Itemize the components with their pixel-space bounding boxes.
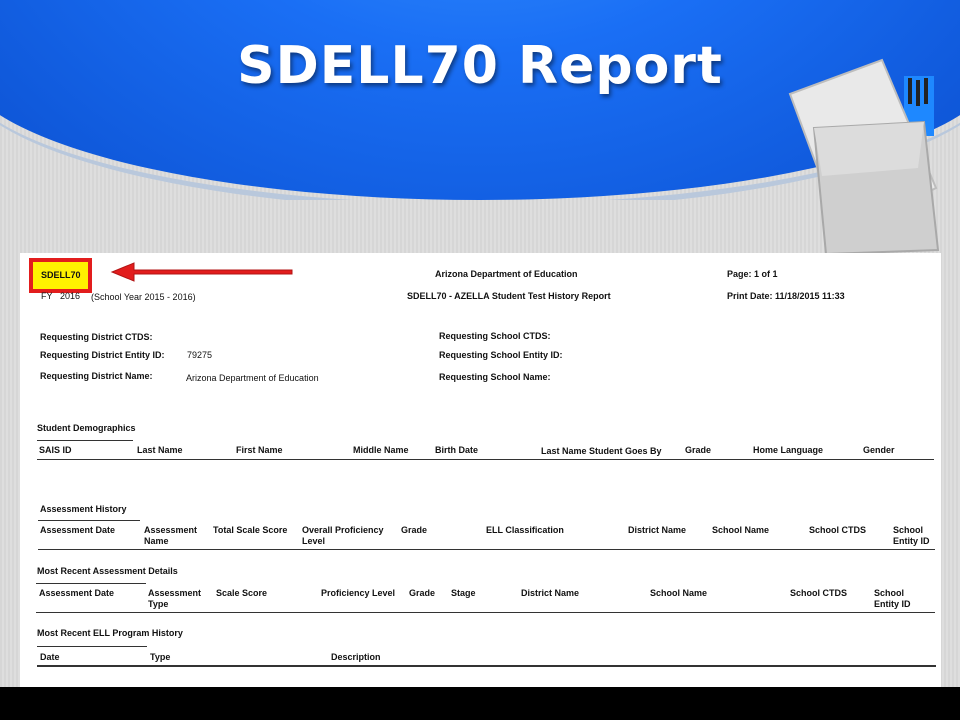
col-ra-proficiency-level: Proficiency Level [321,588,396,598]
print-date: Print Date: 11/18/2015 11:33 [727,291,845,301]
report-document: SDELL70 FY 2016 (School Year 2015 - 2016… [20,253,941,687]
district-name-value: Arizona Department of Education [186,373,319,383]
ell-history-heading-rule [37,646,147,647]
col-ra-grade: Grade [409,588,436,598]
assessment-history-rule [38,549,935,550]
col-ell-date: Date [40,652,60,662]
recent-assessment-heading: Most Recent Assessment Details [37,566,178,576]
paper-clipboard-icon [788,58,940,256]
demographics-heading: Student Demographics [37,423,136,433]
col-last-name: Last Name [137,445,183,455]
col-overall-proficiency: Overall Proficiency Level [302,525,384,546]
col-birth-date: Birth Date [435,445,479,455]
col-gender: Gender [863,445,895,455]
col-ah-district-name: District Name [628,525,687,535]
col-ra-scale-score: Scale Score [216,588,268,598]
col-assessment-name: Assessment Name [144,525,198,546]
recent-assessment-heading-rule [36,583,146,584]
col-ra-school-ctds: School CTDS [790,588,848,598]
col-sais-id: SAIS ID [39,445,72,455]
district-entity-value: 79275 [187,350,213,360]
report-title: SDELL70 - AZELLA Student Test History Re… [407,291,611,301]
col-ah-school-name: School Name [712,525,770,535]
col-ra-assessment-date: Assessment Date [39,588,115,598]
col-ah-school-ctds: School CTDS [809,525,867,535]
district-ctds-label: Requesting District CTDS: [40,332,153,342]
ell-history-heading: Most Recent ELL Program History [37,628,183,638]
fy-value: 2016 [60,291,81,301]
slide-footer-bar [0,687,960,720]
col-ra-stage: Stage [451,588,476,598]
col-ell-type: Type [150,652,171,662]
school-entity-label: Requesting School Entity ID: [439,350,563,360]
fy-label: FY [41,291,53,301]
demographics-heading-rule [37,440,133,441]
demographics-rule [37,459,934,460]
col-middle-name: Middle Name [353,445,409,455]
col-total-scale-score: Total Scale Score [213,525,288,535]
col-last-name-goes-by: Last Name Student Goes By [541,446,662,456]
assessment-history-heading-rule [38,520,140,521]
col-ra-school-name: School Name [650,588,708,598]
school-year: (School Year 2015 - 2016) [91,292,196,302]
school-name-label: Requesting School Name: [439,372,551,382]
col-first-name: First Name [236,445,283,455]
page-indicator: Page: 1 of 1 [727,269,778,279]
col-grade: Grade [685,445,712,455]
recent-assessment-rule [36,612,935,613]
district-entity-label: Requesting District Entity ID: [40,350,165,360]
red-arrow-icon [110,262,293,282]
school-ctds-label: Requesting School CTDS: [439,331,551,341]
org-title: Arizona Department of Education [435,269,578,279]
ell-history-rule [37,665,936,667]
col-assessment-date: Assessment Date [40,525,116,535]
col-ra-school-entity-id: School Entity ID [874,588,911,609]
assessment-history-heading: Assessment History [40,504,127,514]
col-ra-assessment-type: Assessment Type [148,588,202,609]
col-ell-classification: ELL Classification [486,525,564,535]
col-ell-description: Description [331,652,381,662]
col-home-language: Home Language [753,445,824,455]
district-name-label: Requesting District Name: [40,371,153,381]
report-code: SDELL70 [41,270,81,280]
col-ah-school-entity-id: School Entity ID [893,525,930,546]
col-ah-grade: Grade [401,525,428,535]
col-ra-district-name: District Name [521,588,580,598]
